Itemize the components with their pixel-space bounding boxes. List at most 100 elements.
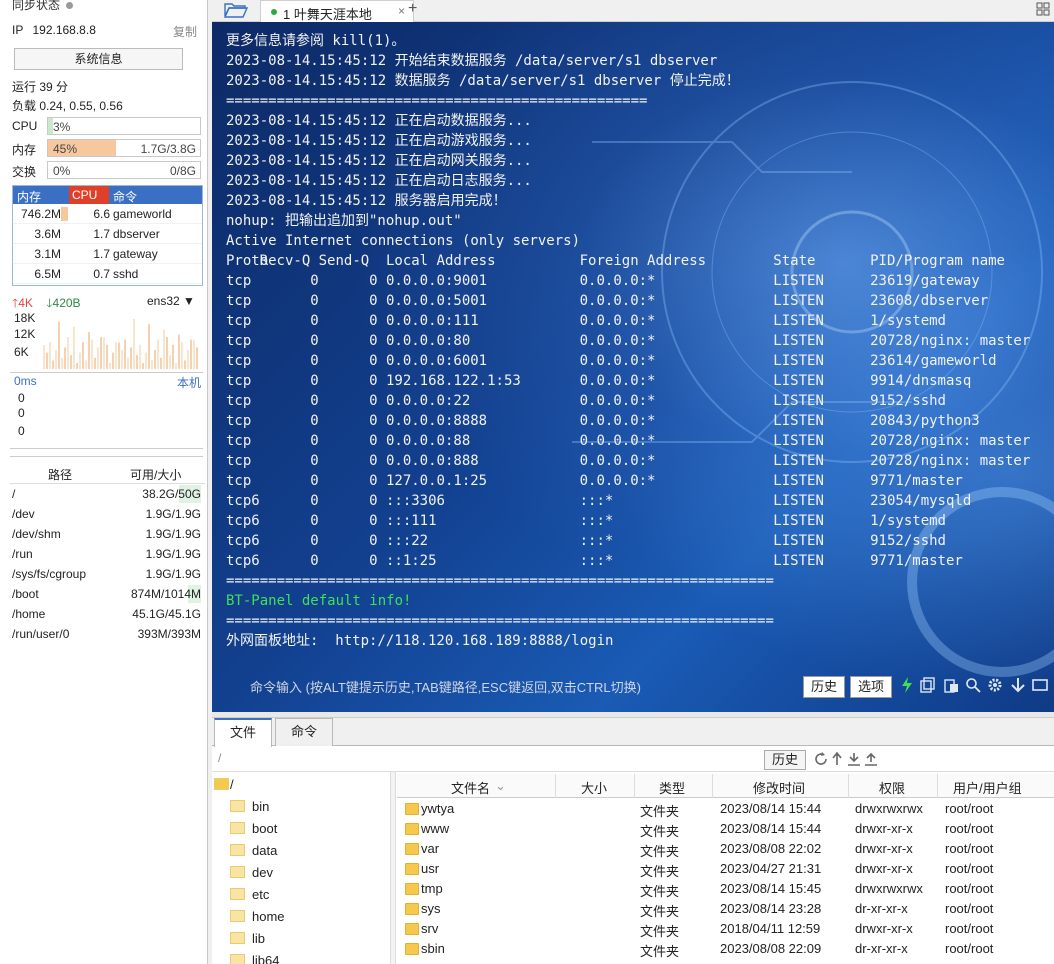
col-owner[interactable]: 用户/用户组 bbox=[953, 778, 1022, 797]
download-icon[interactable] bbox=[847, 752, 861, 766]
options-button[interactable]: 选项 bbox=[850, 676, 892, 698]
path-history-button[interactable]: 历史 bbox=[764, 750, 806, 770]
copy-icon[interactable] bbox=[920, 677, 936, 693]
terminal-line: ========================================… bbox=[226, 613, 774, 629]
file-mtime: 2023/08/14 15:45 bbox=[720, 881, 822, 896]
folder-open-icon[interactable] bbox=[224, 2, 248, 18]
latency-value: 0 bbox=[18, 391, 25, 405]
process-row[interactable]: 3.1M 1.7 gateway bbox=[13, 244, 202, 264]
net-cell: 0.0.0.0:888 bbox=[385, 453, 479, 469]
process-row[interactable]: 6.5M 0.7 sshd bbox=[13, 264, 202, 284]
net-cell: LISTEN bbox=[773, 273, 824, 289]
tree-node[interactable]: lib bbox=[230, 928, 380, 950]
file-name: www bbox=[421, 821, 450, 836]
cpu-percent: 3% bbox=[53, 120, 71, 134]
disk-row[interactable]: /dev 1.9G/1.9G bbox=[10, 504, 205, 524]
netstat-row: tcp 0 0 192.168.122.1:53 0.0.0.0:* LISTEN 9914… bbox=[226, 371, 1044, 391]
col-type[interactable]: 类型 bbox=[659, 778, 685, 797]
file-owner: root/root bbox=[945, 881, 994, 896]
file-row[interactable]: www 文件夹 2023/08/14 15:44 drwxr-xr-x root/roo… bbox=[397, 819, 1054, 839]
process-row[interactable]: 746.2M 6.6 gameworld bbox=[13, 204, 202, 224]
disk-row[interactable]: /run 1.9G/1.9G bbox=[10, 544, 205, 564]
ip-value: 192.168.8.8 bbox=[32, 23, 96, 37]
proc-header-mem[interactable]: 内存 bbox=[17, 188, 41, 205]
interface-select[interactable]: ens32 ▼ bbox=[147, 294, 195, 308]
maximize-icon[interactable] bbox=[1032, 677, 1048, 693]
tree-node[interactable]: home bbox=[230, 906, 380, 928]
file-row[interactable]: usr 文件夹 2023/04/27 21:31 drwxr-xr-x root/roo… bbox=[397, 859, 1054, 879]
copy-ip-button[interactable]: 复制 bbox=[173, 23, 197, 40]
tree-node-label: etc bbox=[252, 887, 270, 902]
terminal-line: ========================================… bbox=[226, 573, 774, 589]
close-icon[interactable]: × bbox=[398, 4, 405, 18]
folder-icon bbox=[405, 883, 419, 895]
process-cpu: 1.7 bbox=[93, 247, 110, 261]
col-filename[interactable]: 文件名 bbox=[451, 778, 490, 797]
col-permissions[interactable]: 权限 bbox=[879, 778, 905, 797]
history-button[interactable]: 历史 bbox=[803, 676, 845, 698]
upload-icon[interactable] bbox=[864, 752, 878, 766]
status-dot-icon bbox=[66, 2, 74, 10]
up-directory-icon[interactable] bbox=[831, 751, 843, 766]
file-row[interactable]: sys 文件夹 2023/08/14 23:28 dr-xr-xr-x root/roo… bbox=[397, 899, 1054, 919]
proc-header-cmd[interactable]: 命令 bbox=[113, 188, 137, 205]
tab-commands[interactable]: 命令 bbox=[275, 718, 333, 746]
tree-node[interactable]: etc bbox=[230, 884, 380, 906]
tree-node[interactable]: data bbox=[230, 840, 380, 862]
net-cell: 0 bbox=[369, 373, 378, 389]
path-input[interactable]: / bbox=[218, 751, 221, 765]
file-row[interactable]: tmp 文件夹 2023/08/14 15:45 drwxrwxrwx root/roo… bbox=[397, 879, 1054, 899]
disk-size: 1.9G/1.9G bbox=[145, 547, 201, 561]
disk-row[interactable]: / 38.2G/50G bbox=[10, 484, 205, 504]
tree-node[interactable]: lib64 bbox=[230, 950, 380, 964]
command-input[interactable]: 命令输入 (按ALT键提示历史,TAB键路径,ESC键返回,双击CTRL切换) bbox=[250, 677, 641, 696]
tree-splitter[interactable] bbox=[390, 772, 396, 964]
add-tab-button[interactable]: + bbox=[408, 0, 417, 18]
gear-icon[interactable] bbox=[987, 677, 1003, 693]
net-cell: LISTEN bbox=[773, 353, 824, 369]
col-size[interactable]: 大小 bbox=[581, 778, 607, 797]
net-cell: 0.0.0.0:22 bbox=[385, 393, 471, 409]
net-cell: tcp6 bbox=[226, 493, 260, 509]
uptime: 运行 39 分 bbox=[12, 80, 69, 94]
terminal-line: ========================================… bbox=[226, 93, 648, 109]
memory-label: 内存 bbox=[12, 143, 37, 157]
proc-header-cpu[interactable]: CPU bbox=[69, 186, 109, 204]
paste-icon[interactable] bbox=[943, 677, 959, 693]
ip-row: IP 192.168.8.8 复制 bbox=[12, 23, 201, 40]
arrow-down-icon[interactable] bbox=[1010, 677, 1026, 693]
tree-node[interactable]: boot bbox=[230, 818, 380, 840]
disk-row[interactable]: /sys/fs/cgroup 1.9G/1.9G bbox=[10, 564, 205, 584]
mem-usage-bar bbox=[61, 207, 68, 221]
lightning-icon[interactable] bbox=[900, 676, 914, 694]
search-icon[interactable] bbox=[965, 677, 981, 693]
process-row[interactable]: 3.6M 1.7 dbserver bbox=[13, 224, 202, 244]
folder-icon bbox=[230, 800, 245, 812]
file-row[interactable]: sbin 文件夹 2023/08/08 22:09 dr-xr-xr-x root/ro… bbox=[397, 939, 1054, 959]
net-cell: tcp bbox=[226, 313, 252, 329]
system-info-button[interactable]: 系统信息 bbox=[14, 48, 183, 70]
col-mtime[interactable]: 修改时间 bbox=[753, 778, 805, 797]
terminal[interactable]: 更多信息请参阅 kill(1)。 2023-08-14.15:45:12 开始结束… bbox=[212, 22, 1054, 712]
net-cell: 0 bbox=[369, 473, 378, 489]
tree-node[interactable]: dev bbox=[230, 862, 380, 884]
disk-row[interactable]: /run/user/0 393M/393M bbox=[10, 624, 205, 644]
file-row[interactable]: srv 文件夹 2018/04/11 12:59 drwxr-xr-x root/roo… bbox=[397, 919, 1054, 939]
folder-icon bbox=[405, 923, 419, 935]
disk-row[interactable]: /home 45.1G/45.1G bbox=[10, 604, 205, 624]
file-permissions: drwxr-xr-x bbox=[855, 861, 913, 876]
net-cell: 0.0.0.0:80 bbox=[385, 333, 471, 349]
session-tab[interactable]: 1 叶舞天涯本地 × bbox=[260, 0, 414, 22]
net-cell: Local Address bbox=[385, 253, 496, 269]
process-mem: 746.2M bbox=[20, 207, 61, 221]
disk-row[interactable]: /boot 874M/1014M bbox=[10, 584, 205, 604]
net-cell: 0 bbox=[310, 353, 319, 369]
tab-files[interactable]: 文件 bbox=[214, 718, 272, 747]
disk-row[interactable]: /dev/shm 1.9G/1.9G bbox=[10, 524, 205, 544]
file-row[interactable]: ywtya 文件夹 2023/08/14 15:44 drwxrwxrwx root/r… bbox=[397, 799, 1054, 819]
latency-local[interactable]: 本机 bbox=[177, 374, 201, 391]
grid-icon[interactable] bbox=[1036, 2, 1050, 16]
refresh-icon[interactable] bbox=[814, 752, 828, 766]
file-row[interactable]: var 文件夹 2023/08/08 22:02 drwxr-xr-x root/roo… bbox=[397, 839, 1054, 859]
tree-node[interactable]: bin bbox=[230, 796, 380, 818]
